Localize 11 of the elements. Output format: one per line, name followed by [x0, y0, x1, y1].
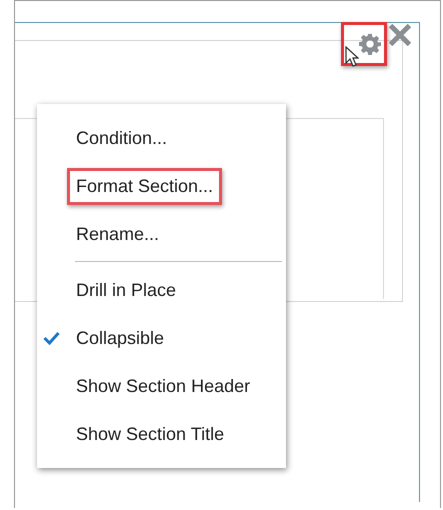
menu-item[interactable]: Collapsible	[67, 320, 174, 356]
menu-item[interactable]: Show Section Title	[67, 416, 234, 452]
menu-item[interactable]: Show Section Header	[67, 368, 260, 404]
close-icon[interactable]	[389, 24, 411, 46]
settings-icon	[359, 33, 381, 55]
mouse-pointer-icon	[345, 46, 359, 68]
settings-button[interactable]	[341, 22, 387, 66]
menu-item[interactable]: Drill in Place	[67, 272, 186, 308]
menu-item[interactable]: Condition...	[67, 120, 176, 156]
menu-item[interactable]: Format Section...	[67, 168, 222, 204]
menu-item[interactable]: Rename...	[67, 216, 168, 252]
